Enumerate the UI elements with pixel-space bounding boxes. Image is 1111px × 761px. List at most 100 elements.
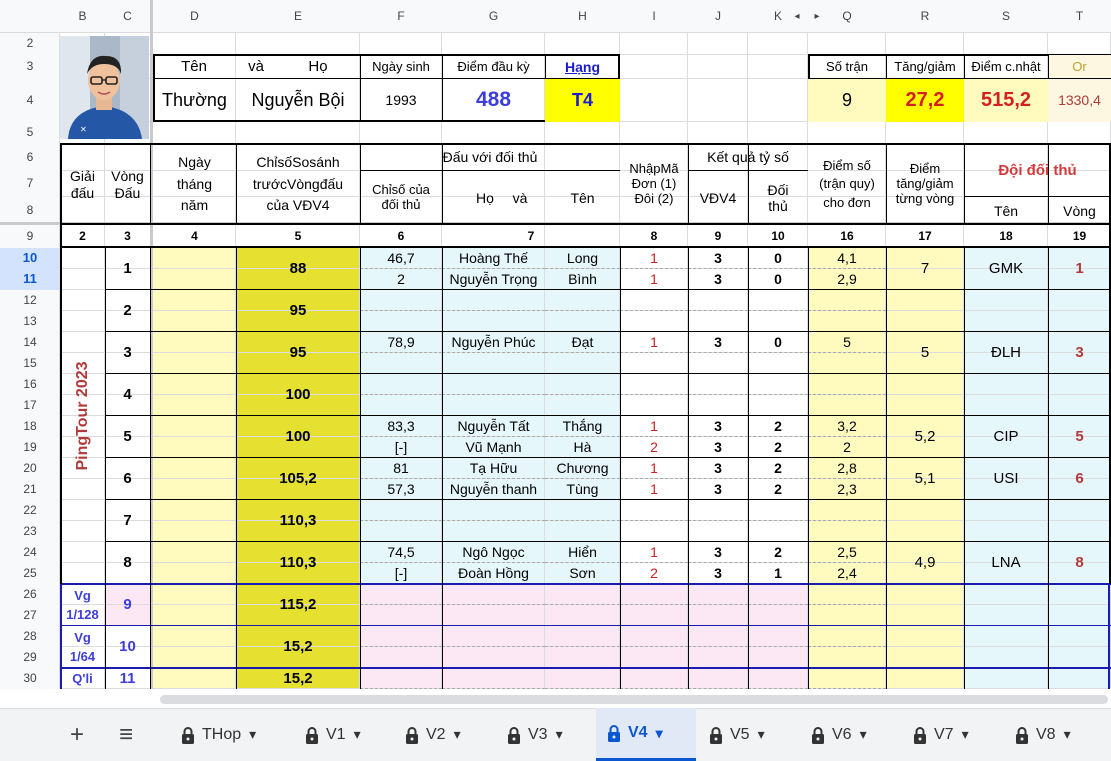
row-header-5[interactable]: 5	[0, 122, 60, 144]
sheet-list-menu-icon[interactable]: ≡	[108, 708, 144, 761]
row-header-11[interactable]: 11	[0, 269, 60, 290]
cell-bg	[748, 500, 808, 521]
lock-icon	[508, 726, 520, 744]
opponent-ten: Long	[566, 250, 599, 267]
sheet-tab-v3[interactable]: V3 ▾	[496, 708, 592, 761]
row-header-3[interactable]: 3	[0, 55, 60, 79]
sheet-tab-v5[interactable]: V5 ▾	[698, 708, 794, 761]
chevron-down-icon[interactable]: ▾	[656, 725, 663, 742]
sheet-tab-v4[interactable]: V4 ▾	[596, 708, 696, 761]
dashed-divider	[545, 688, 620, 689]
column-header-f[interactable]: F	[360, 0, 442, 33]
chevron-down-icon[interactable]: ▾	[454, 726, 461, 743]
cell-bg	[153, 416, 236, 437]
grid-line	[1048, 248, 1049, 689]
chevron-down-icon[interactable]: ▾	[1064, 726, 1071, 743]
row-header-2[interactable]: 2	[0, 33, 60, 55]
row-header-9[interactable]: 9	[0, 225, 60, 248]
sheet-tab-v1[interactable]: V1 ▾	[294, 708, 390, 761]
column-header-b[interactable]: B	[60, 0, 105, 33]
expand-right-icon[interactable]: ▸	[810, 0, 824, 33]
cell-bg	[886, 500, 964, 521]
column-header-t[interactable]: T	[1048, 0, 1111, 33]
row-header-28[interactable]: 28	[0, 626, 60, 647]
diem-tang-giam-value: 5,2	[914, 428, 936, 446]
row-header-12[interactable]: 12	[0, 290, 60, 311]
row-header-15[interactable]: 15	[0, 353, 60, 374]
dashed-divider	[748, 520, 808, 521]
cell-bg	[153, 395, 236, 416]
row-header-8[interactable]: 8	[0, 197, 60, 225]
diem-so-value: 2,4	[837, 565, 857, 582]
opponent-chiso: 81	[393, 460, 409, 477]
row-header-19[interactable]: 19	[0, 437, 60, 458]
chevron-down-icon[interactable]: ▾	[556, 726, 563, 743]
sheet-tab-v6[interactable]: V6 ▾	[800, 708, 896, 761]
score-vdv4: 3	[714, 271, 722, 288]
row-header-22[interactable]: 22	[0, 500, 60, 521]
team-vong: 1	[1075, 260, 1084, 278]
row-header-14[interactable]: 14	[0, 332, 60, 353]
chevron-down-icon[interactable]: ▾	[962, 726, 969, 743]
row-header-30[interactable]: 30	[0, 668, 60, 689]
section-border	[60, 584, 62, 689]
column-header-s[interactable]: S	[964, 0, 1048, 33]
cell-bg	[688, 521, 748, 542]
row-header-18[interactable]: 18	[0, 416, 60, 437]
dashed-divider	[808, 604, 886, 605]
row-header-21[interactable]: 21	[0, 479, 60, 500]
column-header-e[interactable]: E	[236, 0, 360, 33]
row-header-7[interactable]: 7	[0, 171, 60, 197]
row-header-29[interactable]: 29	[0, 647, 60, 668]
horizontal-scrollbar-thumb[interactable]	[160, 695, 1108, 704]
cell-bg	[964, 290, 1048, 311]
column-header-c[interactable]: C	[105, 0, 150, 33]
row-header-10[interactable]: 10	[0, 248, 60, 269]
dashed-divider	[360, 646, 442, 647]
sheet-tab-thop[interactable]: THop ▾	[170, 708, 290, 761]
column-header-i[interactable]: I	[620, 0, 688, 33]
header-ten: Tên	[181, 58, 207, 76]
score-doi-thu: 2	[774, 544, 782, 561]
header-diem-tang-giam: Điểm tăng/giảm từng vòng	[895, 161, 955, 206]
dashed-divider	[360, 310, 442, 311]
cell-bg	[886, 605, 964, 626]
cell-bg	[153, 605, 236, 626]
row-header-13[interactable]: 13	[0, 311, 60, 332]
column-header-g[interactable]: G	[442, 0, 545, 33]
column-header-d[interactable]: D	[153, 0, 236, 33]
sheet-tab-label: V8	[1036, 725, 1056, 743]
cell-bg	[153, 500, 236, 521]
header-vdv4: VĐV4	[699, 189, 737, 206]
chevron-down-icon[interactable]: ▾	[354, 726, 361, 743]
sheet-tab-v8[interactable]: V8 ▾	[1004, 708, 1104, 761]
column-header-j[interactable]: J	[688, 0, 748, 33]
chevron-down-icon[interactable]: ▾	[860, 726, 867, 743]
add-sheet-icon[interactable]: +	[60, 708, 94, 761]
row-header-16[interactable]: 16	[0, 374, 60, 395]
chevron-down-icon[interactable]: ▾	[249, 726, 256, 743]
collapse-left-icon[interactable]: ◂	[790, 0, 804, 33]
row-header-20[interactable]: 20	[0, 458, 60, 479]
column-header-r[interactable]: R	[886, 0, 964, 33]
dashed-divider	[442, 604, 545, 605]
cell-bg	[808, 626, 886, 647]
sheet-tab-v2[interactable]: V2 ▾	[394, 708, 490, 761]
row-header-17[interactable]: 17	[0, 395, 60, 416]
row-header-6[interactable]: 6	[0, 144, 60, 171]
row-header-23[interactable]: 23	[0, 521, 60, 542]
cell-bg	[1048, 500, 1111, 521]
row-header-4[interactable]: 4	[0, 79, 60, 122]
vg-label: Q'li	[72, 670, 93, 686]
row-header-26[interactable]: 26	[0, 584, 60, 605]
cell-bg	[808, 353, 886, 374]
row-header-27[interactable]: 27	[0, 605, 60, 626]
sheet-tab-v7[interactable]: V7 ▾	[902, 708, 998, 761]
grid-line	[442, 144, 443, 225]
chevron-down-icon[interactable]: ▾	[758, 726, 765, 743]
row-header-25[interactable]: 25	[0, 563, 60, 584]
row-header-24[interactable]: 24	[0, 542, 60, 563]
cell-bg	[153, 563, 236, 584]
cell-bg	[886, 311, 964, 332]
column-header-h[interactable]: H	[545, 0, 620, 33]
